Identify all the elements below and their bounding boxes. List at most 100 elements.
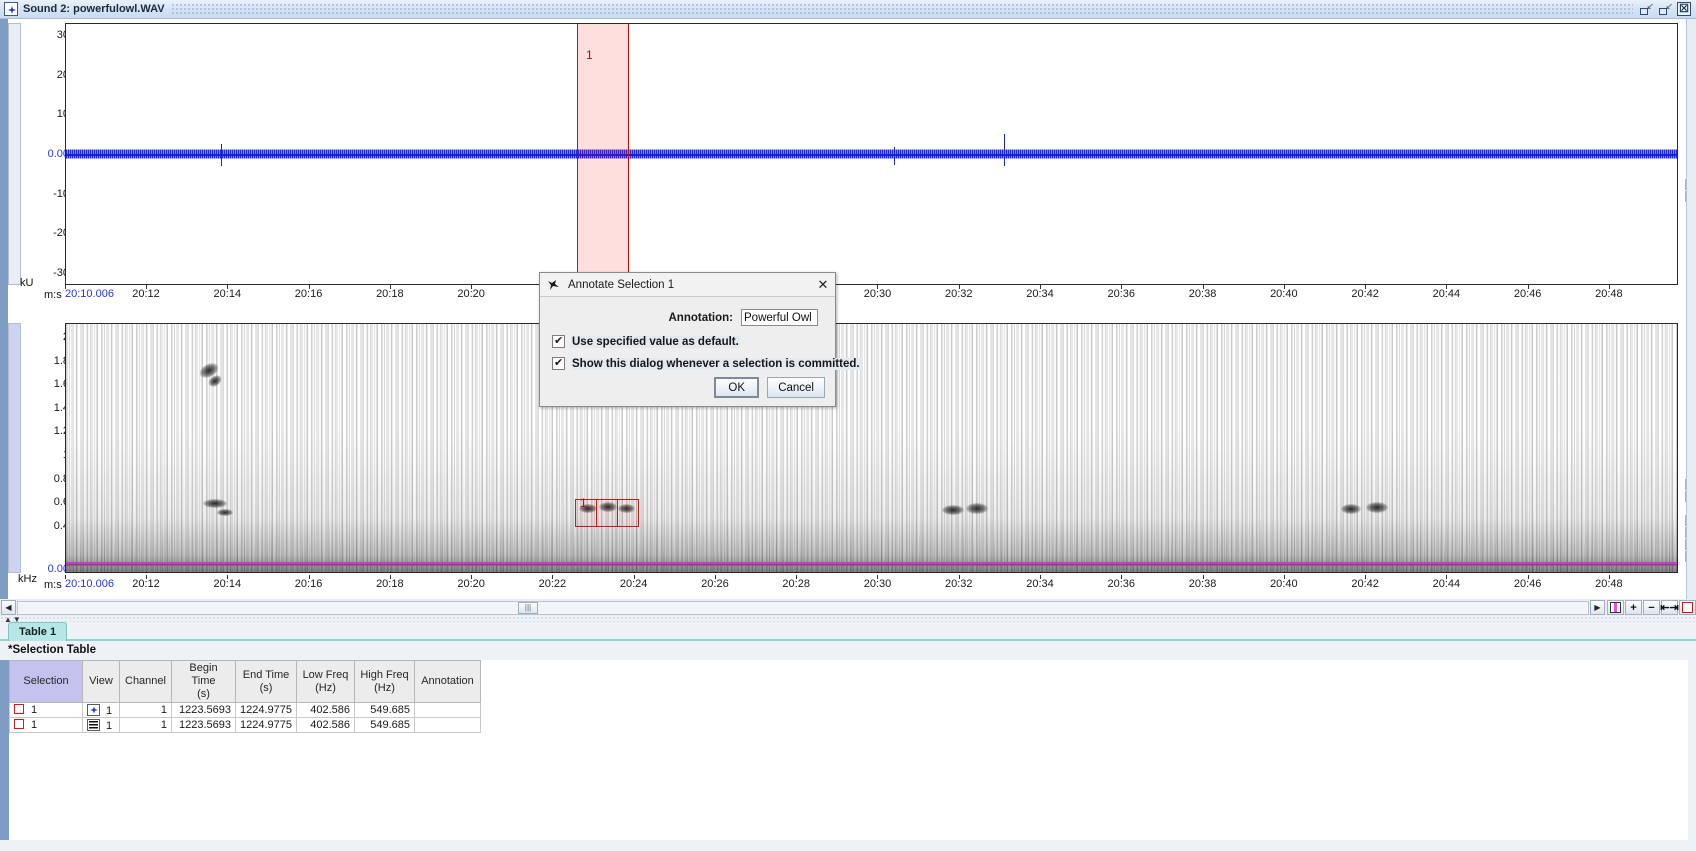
zoom-in-icon[interactable]: + bbox=[1625, 600, 1642, 615]
close-icon[interactable]: ☒ bbox=[1677, 2, 1691, 16]
spectrogram-noise bbox=[325, 537, 327, 572]
column-header-begin-time[interactable]: Begin Time (s) bbox=[171, 660, 236, 703]
spectrogram-noise bbox=[1079, 448, 1081, 572]
spectrogram-noise bbox=[1024, 491, 1026, 572]
waveform-vertical-scrollbar[interactable] bbox=[8, 23, 21, 285]
spectrogram-noise bbox=[1478, 457, 1480, 572]
spectrogram-noise bbox=[397, 528, 399, 572]
spectrogram-noise bbox=[267, 488, 269, 572]
spectrogram-time-tickmark bbox=[65, 575, 66, 579]
spectrogram-noise bbox=[1625, 444, 1626, 572]
annotation-input[interactable] bbox=[741, 309, 818, 326]
window-title: Sound 2: powerfulowl.WAV bbox=[23, 3, 165, 15]
spectrogram-noise bbox=[1307, 402, 1309, 572]
table-row[interactable]: 1 1 1 1223.5693 1224.9775 402.586 549.68… bbox=[9, 702, 481, 718]
spectrogram-view-icon bbox=[87, 718, 100, 731]
column-header-end-time[interactable]: End Time (s) bbox=[235, 660, 297, 703]
selection-view-toggle-icon[interactable] bbox=[1607, 600, 1624, 615]
column-header-high-freq[interactable]: High Freq (Hz) bbox=[354, 660, 415, 703]
spectrogram-noise bbox=[366, 489, 368, 572]
table-row[interactable]: 1 1 1 1223.5693 1224.9775 402.586 549.68… bbox=[9, 717, 481, 733]
spectrogram-noise bbox=[1481, 399, 1483, 572]
waveform-selection-band[interactable] bbox=[577, 24, 629, 284]
row-selection-cell[interactable]: 1 bbox=[9, 702, 83, 718]
spectrogram-time-tickmark bbox=[308, 575, 310, 579]
spectrogram-noise bbox=[1399, 432, 1401, 572]
column-header-selection[interactable]: Selection bbox=[9, 660, 83, 703]
titlebar-drag-area[interactable] bbox=[170, 2, 1633, 16]
waveform-time-tick: 20:40 bbox=[1270, 288, 1298, 300]
column-header-annotation[interactable]: Annotation bbox=[414, 660, 481, 703]
cancel-button[interactable]: Cancel bbox=[767, 377, 825, 398]
spectrogram-noise bbox=[257, 425, 259, 572]
row-checkbox[interactable] bbox=[14, 719, 24, 729]
spectrogram-noise bbox=[315, 474, 316, 572]
spectrogram-time-tickmark bbox=[958, 575, 960, 579]
fit-width-icon[interactable]: ⇤⇥ bbox=[1660, 600, 1679, 615]
spectrogram-noise bbox=[802, 421, 804, 572]
selection-box-tool-icon[interactable] bbox=[1679, 600, 1696, 615]
show-dialog-checkbox[interactable] bbox=[552, 356, 565, 370]
spectrogram-noise bbox=[659, 463, 661, 572]
spectrogram-noise bbox=[1075, 419, 1077, 572]
spectrogram-noise bbox=[560, 462, 562, 572]
spectrogram-noise bbox=[1345, 475, 1347, 572]
scroll-right-icon[interactable]: ▶ bbox=[1590, 600, 1605, 615]
column-header-channel[interactable]: Channel bbox=[119, 660, 172, 703]
spectrogram-selection-box[interactable] bbox=[596, 499, 618, 527]
spectrogram-noise bbox=[1614, 531, 1616, 572]
horizontal-scroll-thumb[interactable]: ||| bbox=[518, 601, 538, 614]
row-checkbox[interactable] bbox=[14, 704, 24, 714]
spectrogram-noise bbox=[537, 544, 538, 572]
spectrogram-noise bbox=[813, 484, 814, 572]
spectrogram-noise bbox=[1580, 400, 1582, 572]
row-selection-cell[interactable]: 1 bbox=[9, 717, 83, 733]
spectrogram-noise bbox=[915, 427, 917, 572]
column-header-view[interactable]: View bbox=[82, 660, 120, 703]
spectrogram-vertical-scrollbar[interactable] bbox=[8, 323, 21, 573]
use-default-checkbox[interactable] bbox=[552, 334, 565, 348]
spectrogram-noise bbox=[1583, 492, 1585, 572]
tab-table-1[interactable]: Table 1 bbox=[8, 622, 68, 641]
spectrogram-time-start-label: 20:10.006 bbox=[65, 578, 114, 590]
spectrogram-trace-blob bbox=[217, 509, 233, 516]
column-header-low-freq[interactable]: Low Freq (Hz) bbox=[296, 660, 355, 703]
spectrogram-noise bbox=[1239, 440, 1241, 572]
dialog-close-icon[interactable]: ✕ bbox=[815, 277, 831, 293]
spectrogram-noise bbox=[356, 426, 358, 572]
spectrogram-image bbox=[66, 324, 1677, 572]
spectrogram-selection-box[interactable] bbox=[617, 499, 639, 527]
spectrogram-time-tick: 20:34 bbox=[1026, 578, 1054, 590]
spectrogram-noise bbox=[1266, 450, 1268, 572]
use-default-checkbox-row[interactable]: Use specified value as default. bbox=[550, 334, 825, 348]
show-dialog-checkbox-row[interactable]: Show this dialog whenever a selection is… bbox=[550, 356, 861, 370]
spectrogram-noise bbox=[615, 419, 617, 572]
spectrogram-time-tickmark bbox=[146, 575, 148, 579]
minimize-button[interactable]: ↙ bbox=[1639, 2, 1654, 16]
spectrogram-noise bbox=[322, 445, 324, 572]
restore-button[interactable]: ↙ bbox=[1658, 2, 1673, 16]
spectrogram-noise bbox=[124, 530, 126, 572]
spectrogram-plot[interactable] bbox=[65, 323, 1678, 573]
spectrogram-noise bbox=[342, 421, 344, 572]
horizontal-scroll-track[interactable]: ||| bbox=[17, 600, 1589, 615]
spectrogram-noise bbox=[935, 403, 937, 572]
row-annotation-cell[interactable] bbox=[414, 717, 481, 733]
ok-button[interactable]: OK bbox=[714, 377, 760, 398]
right-rail bbox=[1686, 19, 1696, 599]
spectrogram-noise bbox=[1484, 491, 1486, 572]
spectrogram-time-tick: 20:48 bbox=[1595, 578, 1623, 590]
spectrogram-noise bbox=[789, 416, 791, 572]
spectrogram-noise bbox=[1259, 479, 1261, 572]
spectrogram-noise bbox=[724, 396, 726, 572]
spectrogram-noise bbox=[762, 406, 764, 572]
spectrogram-noise bbox=[264, 396, 266, 572]
spectrogram-noise bbox=[1607, 410, 1609, 572]
row-annotation-cell[interactable] bbox=[414, 702, 481, 718]
spectrogram-noise bbox=[468, 432, 470, 572]
scroll-left-icon[interactable]: ◀ bbox=[1, 600, 16, 615]
zoom-out-icon[interactable]: − bbox=[1643, 600, 1660, 615]
spectrogram-noise bbox=[973, 476, 975, 572]
spectrogram-noise bbox=[710, 541, 712, 572]
waveform-plot[interactable] bbox=[65, 23, 1678, 285]
